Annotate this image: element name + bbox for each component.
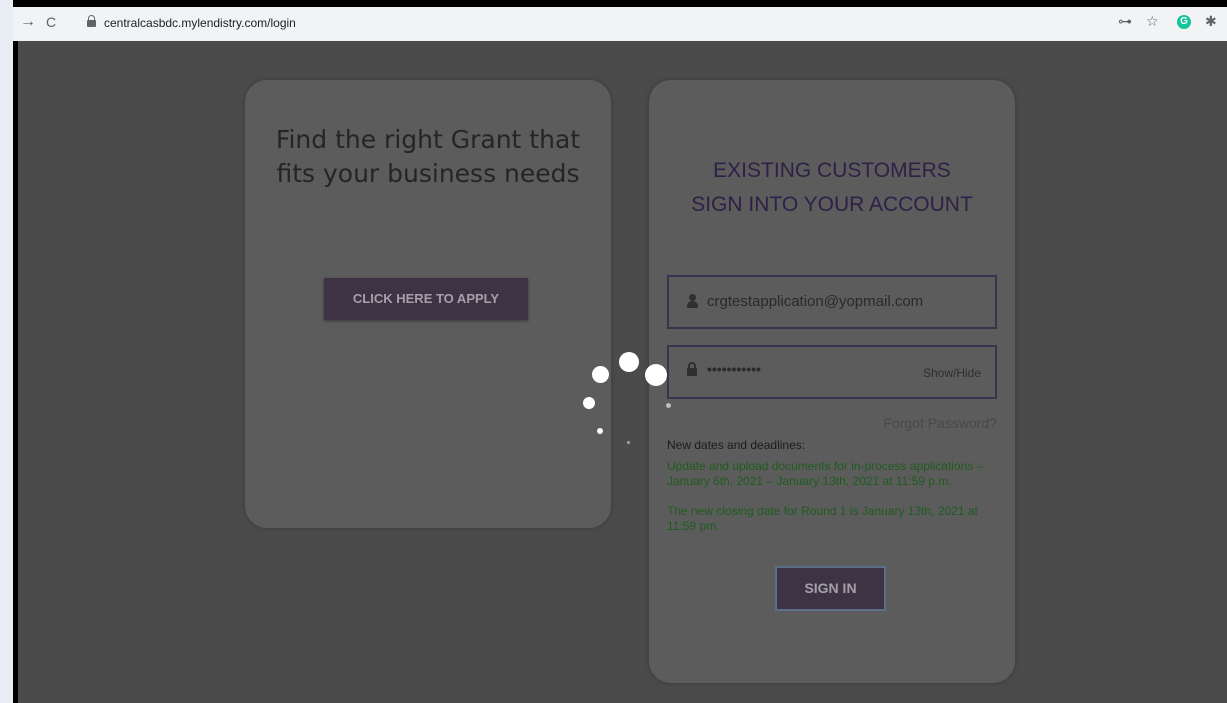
password-field[interactable]: ••••••••••• Show/Hide	[667, 345, 997, 399]
password-value: •••••••••••	[707, 361, 761, 377]
notice-line-1: Update and upload documents for in-proce…	[667, 459, 984, 488]
apply-button[interactable]: CLICK HERE TO APPLY	[324, 278, 528, 320]
extensions-icon[interactable]: ✱	[1205, 14, 1217, 28]
notice-title: New dates and deadlines:	[667, 438, 806, 452]
back-icon[interactable]: →	[20, 14, 36, 30]
grant-headline-line2: fits your business needs	[276, 159, 580, 188]
sign-in-button[interactable]: SIGN IN	[775, 566, 886, 611]
login-card: EXISTING CUSTOMERS SIGN INTO YOUR ACCOUN…	[649, 80, 1015, 683]
email-value: crgtestapplication@yopmail.com	[707, 293, 924, 310]
show-hide-toggle[interactable]: Show/Hide	[923, 366, 981, 380]
star-icon[interactable]: ☆	[1146, 14, 1159, 28]
lock-icon[interactable]	[87, 15, 96, 27]
page-overlay: Find the right Grant that fits your busi…	[18, 41, 1227, 703]
login-heading-line2: SIGN INTO YOUR ACCOUNT	[691, 193, 973, 216]
email-field[interactable]: crgtestapplication@yopmail.com	[667, 275, 997, 329]
lock-icon	[687, 362, 697, 376]
user-icon	[687, 294, 698, 308]
url-text[interactable]: centralcasbdc.mylendistry.com/login	[104, 16, 296, 30]
forgot-password-link[interactable]: Forgot Password?	[883, 415, 997, 431]
notice-line-2: The new closing date for Round 1 is Janu…	[667, 504, 978, 533]
reload-icon[interactable]: C	[46, 15, 56, 29]
grammarly-icon[interactable]: G	[1177, 15, 1191, 29]
login-heading-line1: EXISTING CUSTOMERS	[713, 159, 951, 182]
key-icon[interactable]: ⊶	[1118, 14, 1132, 28]
grant-headline-line1: Find the right Grant that	[275, 125, 581, 154]
grant-card: Find the right Grant that fits your busi…	[245, 80, 611, 528]
